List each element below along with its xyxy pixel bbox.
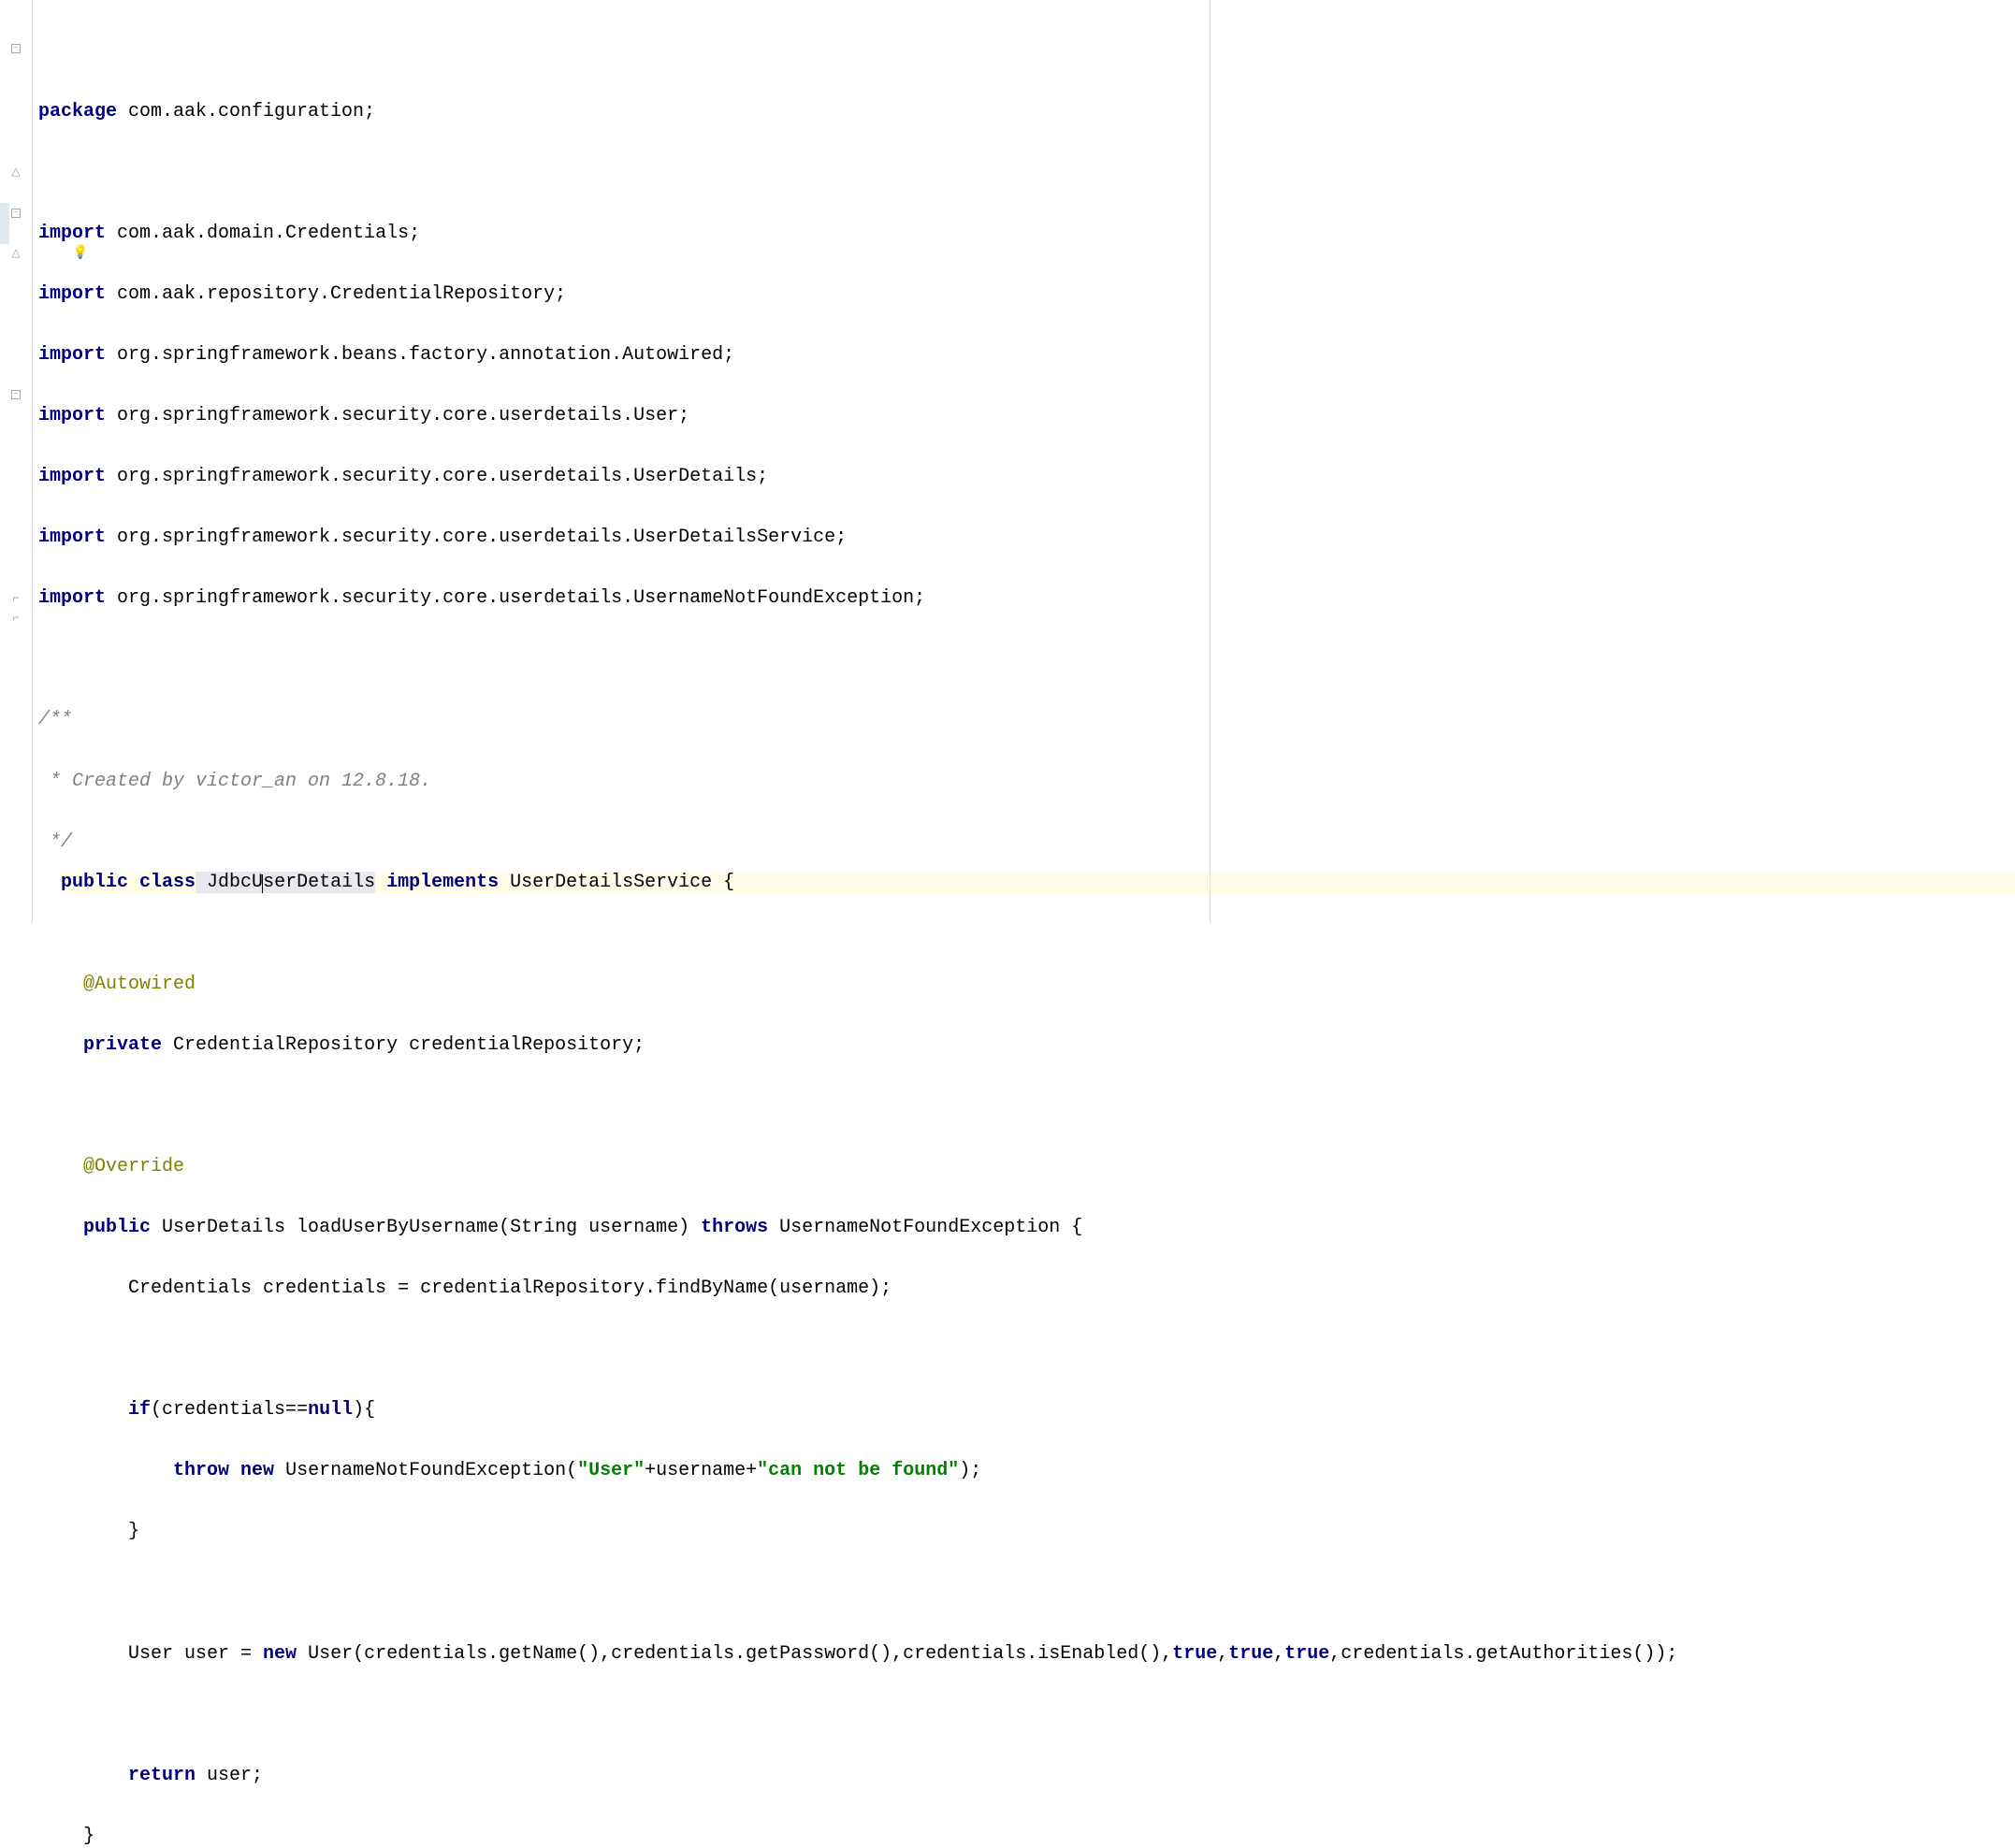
- code-line[interactable]: import org.springframework.security.core…: [38, 406, 2015, 426]
- code-line-active[interactable]: public class JdbcUserDetails implements …: [61, 873, 2015, 893]
- code-line[interactable]: import org.springframework.security.core…: [38, 527, 2015, 548]
- code-line[interactable]: [38, 649, 2015, 670]
- fold-toggle-icon[interactable]: −: [5, 385, 27, 404]
- code-line[interactable]: [38, 163, 2015, 183]
- code-line[interactable]: public UserDetails loadUserByUsername(St…: [38, 1218, 2015, 1238]
- fold-close-icon[interactable]: ⌐: [5, 589, 27, 608]
- code-line[interactable]: * Created by victor_an on 12.8.18.: [38, 772, 2015, 792]
- code-line[interactable]: @Autowired: [38, 975, 2015, 995]
- code-line[interactable]: /**: [38, 710, 2015, 730]
- code-line[interactable]: [38, 913, 2015, 933]
- text-caret: [262, 874, 263, 893]
- editor-gutter: − △ − △ − ⌐ ⌐: [0, 0, 33, 924]
- gutter-marker-icon: △: [5, 162, 27, 180]
- code-line[interactable]: [38, 1339, 2015, 1360]
- code-line[interactable]: import com.aak.domain.Credentials;: [38, 224, 2015, 244]
- code-line[interactable]: package com.aak.configuration;: [38, 102, 2015, 123]
- fold-toggle-icon[interactable]: −: [5, 39, 27, 58]
- code-line[interactable]: */: [38, 832, 2015, 853]
- fold-close-icon[interactable]: ⌐: [5, 609, 27, 628]
- code-line[interactable]: import org.springframework.security.core…: [38, 467, 2015, 487]
- code-line[interactable]: if(credentials==null){: [38, 1400, 2015, 1421]
- code-line[interactable]: import org.springframework.beans.factory…: [38, 345, 2015, 366]
- intention-bulb-icon[interactable]: 💡: [72, 244, 87, 259]
- code-line[interactable]: [38, 1705, 2015, 1725]
- code-line[interactable]: }: [38, 1522, 2015, 1542]
- code-line[interactable]: import org.springframework.security.core…: [38, 588, 2015, 609]
- code-line[interactable]: }: [38, 1826, 2015, 1847]
- code-editor[interactable]: 💡 package com.aak.configuration; import …: [33, 0, 2015, 924]
- code-line[interactable]: throw new UsernameNotFoundException("Use…: [38, 1461, 2015, 1481]
- code-line[interactable]: private CredentialRepository credentialR…: [38, 1035, 2015, 1056]
- code-line[interactable]: [38, 1582, 2015, 1603]
- gutter-marker-icon: △: [5, 243, 27, 262]
- fold-toggle-icon[interactable]: −: [5, 204, 27, 223]
- code-line[interactable]: User user = new User(credentials.getName…: [38, 1644, 2015, 1665]
- code-line[interactable]: @Override: [38, 1157, 2015, 1177]
- code-line[interactable]: [38, 1096, 2015, 1117]
- code-line[interactable]: Credentials credentials = credentialRepo…: [38, 1278, 2015, 1299]
- code-line[interactable]: return user;: [38, 1766, 2015, 1786]
- code-line[interactable]: import com.aak.repository.CredentialRepo…: [38, 284, 2015, 305]
